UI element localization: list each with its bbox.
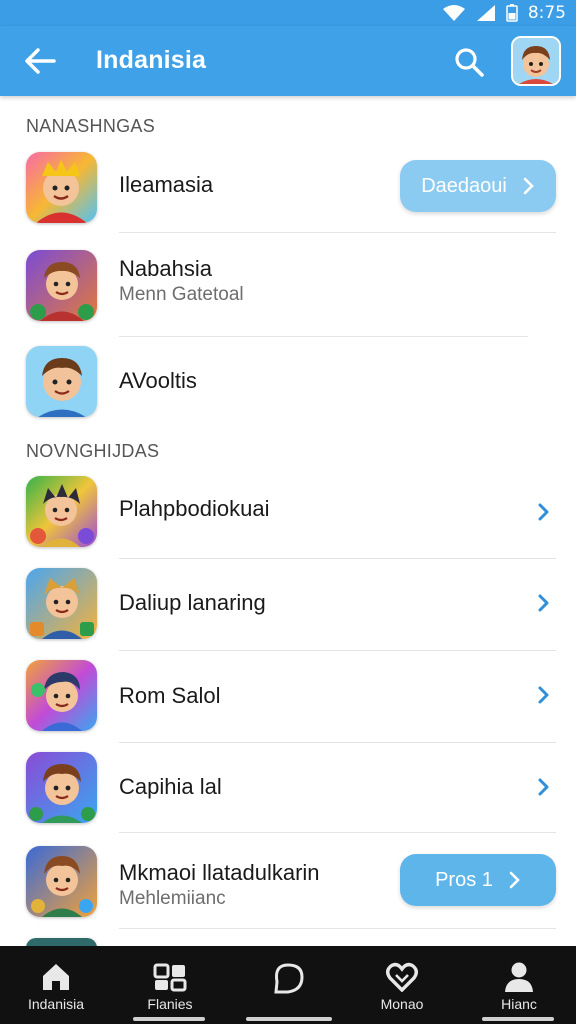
section-header: NANASHNGAS bbox=[26, 116, 156, 136]
search-button[interactable] bbox=[450, 43, 488, 81]
back-button[interactable] bbox=[22, 43, 58, 79]
list-item[interactable]: Capihia lal bbox=[0, 748, 576, 834]
app-icon bbox=[26, 846, 97, 917]
list-item[interactable]: Plahpbodiokuai bbox=[0, 472, 576, 560]
home-icon bbox=[43, 964, 69, 990]
avatar-face-icon bbox=[513, 38, 559, 84]
app-icon bbox=[26, 346, 97, 417]
row-title: AVooltis bbox=[119, 368, 197, 393]
divider bbox=[119, 650, 556, 651]
row-title: Ileamasia bbox=[119, 172, 214, 197]
action-button-label: Pros 1 bbox=[435, 868, 493, 891]
divider bbox=[119, 558, 556, 559]
heart-icon bbox=[386, 962, 418, 992]
nav-label: Monao bbox=[380, 996, 424, 1012]
action-button[interactable]: Daedaoui bbox=[400, 160, 556, 212]
list-item[interactable]: Ileamasia Daedaoui bbox=[0, 148, 576, 234]
divider bbox=[119, 232, 556, 233]
nav-indicator bbox=[133, 1017, 205, 1021]
list-item[interactable]: Daliup lanaring bbox=[0, 564, 576, 652]
app-icon bbox=[26, 568, 97, 639]
chat-bubble-icon bbox=[274, 963, 304, 994]
chevron-right-icon bbox=[523, 177, 534, 195]
back-arrow-icon bbox=[25, 48, 56, 74]
chevron-right-icon[interactable] bbox=[534, 685, 554, 705]
status-time: 8:75 bbox=[527, 3, 566, 23]
nav-indicator bbox=[482, 1017, 554, 1021]
nav-item-profile[interactable]: Hianc bbox=[464, 946, 574, 1024]
row-subtitle: Menn Gatetoal bbox=[119, 284, 244, 305]
grid-icon bbox=[153, 963, 187, 992]
row-title: Plahpbodiokuai bbox=[119, 496, 270, 521]
row-title: Mkmaoi llatadulkarin bbox=[119, 860, 320, 885]
divider bbox=[119, 336, 528, 337]
nav-item-chat[interactable] bbox=[233, 946, 343, 1024]
status-bar: 8:75 bbox=[0, 0, 576, 26]
nav-item-heart[interactable]: Monao bbox=[347, 946, 457, 1024]
app-icon bbox=[26, 752, 97, 823]
row-subtitle: Mehlemiianc bbox=[119, 888, 226, 909]
action-button-label: Daedaoui bbox=[421, 174, 507, 197]
nav-item-home[interactable]: Indanisia bbox=[1, 946, 111, 1024]
nav-item-grid[interactable]: Flanies bbox=[115, 946, 225, 1024]
divider bbox=[119, 832, 556, 833]
list-item[interactable]: Rom Salol bbox=[0, 656, 576, 744]
chevron-right-icon[interactable] bbox=[534, 777, 554, 797]
nav-label: Indanisia bbox=[27, 996, 85, 1012]
nav-label: Hianc bbox=[501, 996, 537, 1012]
signal-icon bbox=[476, 5, 495, 21]
chevron-right-icon[interactable] bbox=[534, 502, 554, 522]
list-item[interactable]: Nabahsia Menn Gatetoal bbox=[0, 244, 576, 337]
app-icon bbox=[26, 152, 97, 223]
row-title: Nabahsia bbox=[119, 256, 212, 281]
page-title: Indanisia bbox=[96, 46, 207, 74]
section-header: NOVNGHIJDAS bbox=[26, 441, 160, 461]
chevron-right-icon[interactable] bbox=[534, 593, 554, 613]
profile-avatar[interactable] bbox=[511, 36, 561, 86]
battery-icon bbox=[506, 4, 518, 22]
person-icon bbox=[505, 962, 533, 992]
list-item[interactable]: AVooltis bbox=[0, 340, 576, 428]
search-icon bbox=[455, 48, 484, 77]
divider bbox=[119, 928, 556, 929]
app-icon bbox=[26, 250, 97, 321]
row-title: Rom Salol bbox=[119, 683, 221, 708]
row-title: Daliup lanaring bbox=[119, 590, 266, 615]
chevron-right-icon bbox=[509, 871, 520, 889]
app-icon bbox=[26, 476, 97, 547]
app-icon bbox=[26, 660, 97, 731]
nav-indicator bbox=[246, 1017, 332, 1021]
action-button[interactable]: Pros 1 bbox=[400, 854, 556, 906]
nav-label: Flanies bbox=[147, 996, 193, 1012]
row-title: Capihia lal bbox=[119, 774, 222, 799]
app-bar: Indanisia bbox=[0, 26, 576, 96]
list-item[interactable]: Mkmaoi llatadulkarin Mehlemiianc Pros 1 bbox=[0, 838, 576, 934]
bottom-nav: Indanisia Flanies Monao Hianc bbox=[0, 946, 576, 1024]
divider bbox=[119, 742, 556, 743]
wifi-icon bbox=[442, 5, 465, 21]
